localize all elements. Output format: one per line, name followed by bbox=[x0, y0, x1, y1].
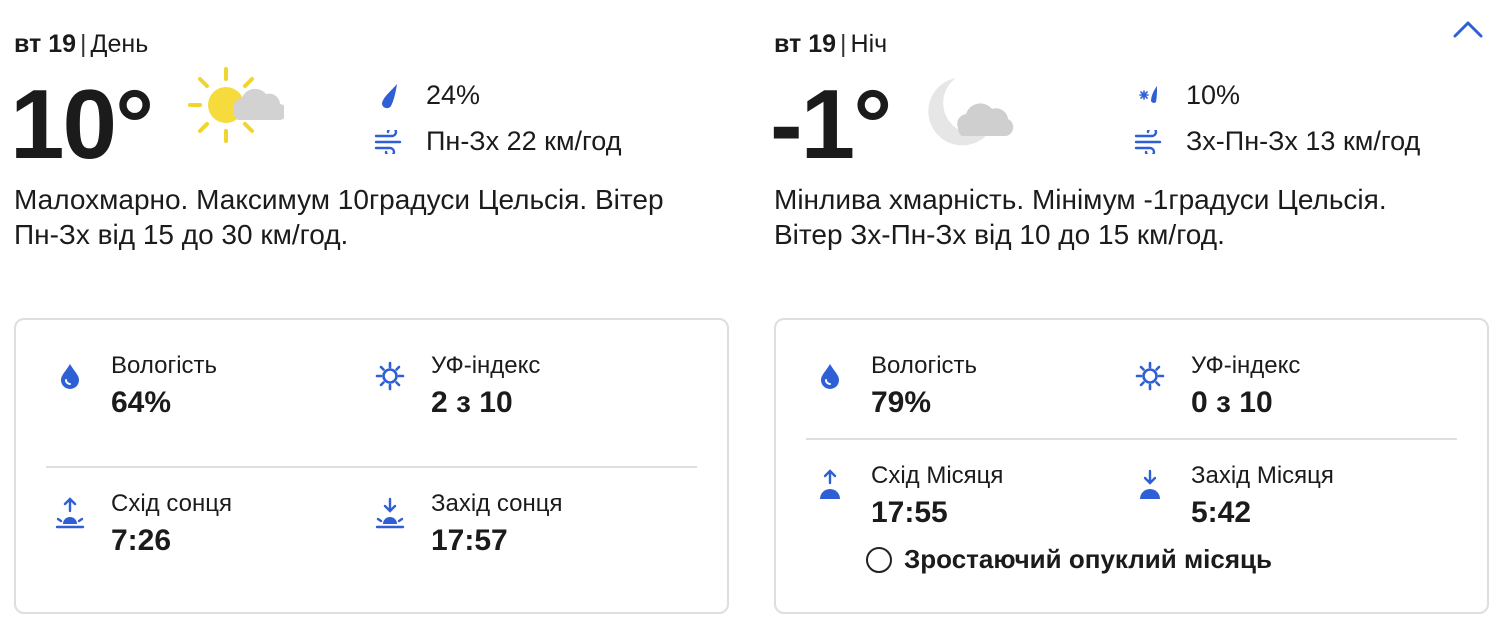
sun-cloud-icon bbox=[188, 66, 288, 151]
day-date-line: вт 19 | День bbox=[14, 30, 149, 58]
night-wind: Зх-Пн-Зх 13 км/год bbox=[1134, 126, 1420, 157]
sunrise-label: Схід сонця bbox=[111, 490, 232, 517]
snow-rain-icon bbox=[1134, 81, 1164, 111]
day-wind-value: Пн-Зх 22 км/год bbox=[426, 126, 622, 156]
uv-value: 2 з 10 bbox=[431, 386, 513, 419]
sunset-icon bbox=[374, 497, 406, 530]
wind-icon bbox=[374, 127, 404, 157]
moonrise-icon bbox=[814, 469, 846, 502]
day-precip-value: 24% bbox=[426, 80, 481, 110]
night-details-panel: Вологість 79% УФ-індекс 0 з 10 Схід Міся… bbox=[774, 318, 1489, 614]
day-date: вт 19 bbox=[14, 30, 77, 58]
raindrop-icon bbox=[374, 81, 404, 111]
humidity-drop-icon bbox=[54, 360, 86, 392]
day-description: Малохмарно. Максимум 10градуси Цельсія. … bbox=[14, 184, 664, 250]
day-precipitation: 24% bbox=[374, 80, 480, 111]
details-divider bbox=[806, 438, 1457, 440]
night-date: вт 19 bbox=[774, 30, 837, 58]
day-wind: Пн-Зх 22 км/год bbox=[374, 126, 621, 157]
moon-cloud-icon bbox=[922, 66, 1022, 161]
moonrise-label: Схід Місяця bbox=[871, 462, 1004, 489]
moonset-label: Захід Місяця bbox=[1191, 462, 1334, 489]
humidity-value: 64% bbox=[111, 386, 172, 419]
moon-phase-icon bbox=[866, 546, 892, 573]
humidity-value: 79% bbox=[871, 386, 932, 419]
sunrise-value: 7:26 bbox=[111, 524, 172, 557]
details-divider bbox=[46, 466, 697, 468]
day-temperature: 10° bbox=[10, 69, 154, 179]
moonrise-value: 17:55 bbox=[871, 496, 948, 529]
moon-phase: Зростаючий опуклий місяць bbox=[866, 544, 1272, 575]
wind-icon bbox=[1134, 127, 1164, 157]
sunset-value: 17:57 bbox=[431, 524, 508, 557]
moonset-icon bbox=[1134, 469, 1166, 502]
night-precip-value: 10% bbox=[1186, 80, 1241, 110]
day-details-panel: Вологість 64% УФ-індекс 2 з 10 Схід сонц… bbox=[14, 318, 729, 614]
night-temperature: -1° bbox=[770, 69, 892, 179]
uv-sun-icon bbox=[1134, 360, 1166, 392]
humidity-drop-icon bbox=[814, 360, 846, 392]
night-precipitation: 10% bbox=[1134, 80, 1240, 111]
collapse-chevron-up-icon[interactable] bbox=[1450, 14, 1486, 44]
uv-value: 0 з 10 bbox=[1191, 386, 1273, 419]
night-date-line: вт 19 | Ніч bbox=[774, 30, 888, 58]
sunset-label: Захід сонця bbox=[431, 490, 563, 517]
uv-label: УФ-індекс bbox=[1191, 352, 1301, 379]
night-period: Ніч bbox=[850, 30, 888, 58]
moonset-value: 5:42 bbox=[1191, 496, 1252, 529]
day-period: День bbox=[90, 30, 149, 58]
humidity-label: Вологість bbox=[111, 352, 218, 379]
night-wind-value: Зх-Пн-Зх 13 км/год bbox=[1186, 126, 1421, 156]
moon-phase-label: Зростаючий опуклий місяць bbox=[904, 544, 1272, 574]
humidity-label: Вологість bbox=[871, 352, 978, 379]
sunrise-icon bbox=[54, 497, 86, 530]
night-description: Мінлива хмарність. Мінімум -1градуси Цел… bbox=[774, 184, 1387, 250]
uv-sun-icon bbox=[374, 360, 406, 392]
uv-label: УФ-індекс bbox=[431, 352, 541, 379]
